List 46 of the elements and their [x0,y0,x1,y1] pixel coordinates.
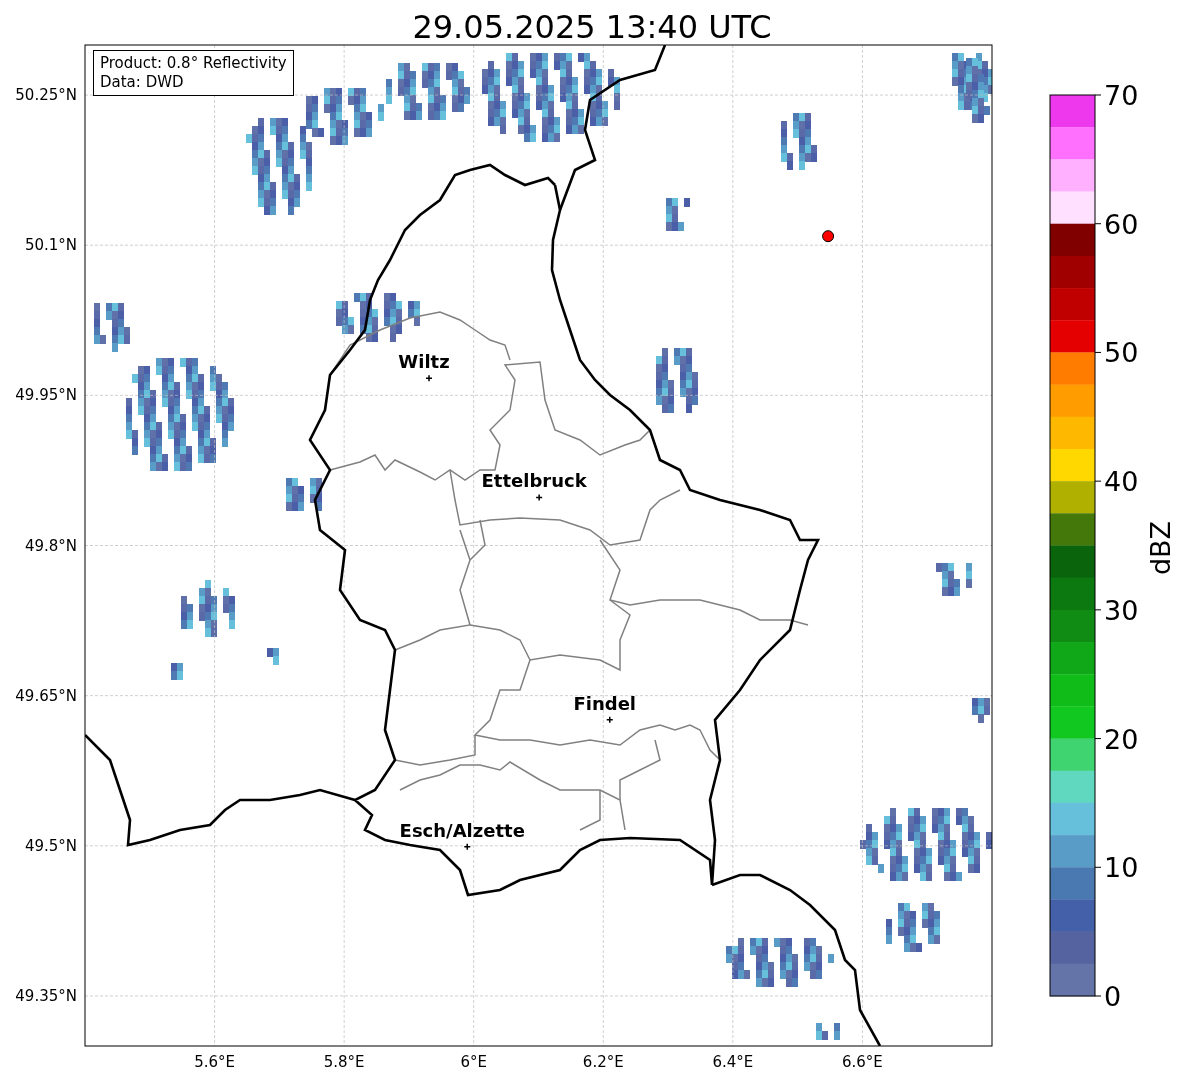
city-marker-icon [425,374,433,383]
axis-tick-label: 50.25°N [15,86,77,105]
radar-echo [936,563,972,596]
radar-echo [181,580,235,637]
colorbar-tick-label: 10 [1104,852,1139,884]
radar-echo [267,648,279,665]
city-label: Ettelbruck [481,470,587,492]
axis-tick-label: 49.5°N [24,836,77,855]
radar-echo [286,478,322,511]
colorbar-tick-label: 70 [1104,80,1139,111]
colorbar-label: dBZ [1145,520,1176,576]
axis-tick-label: 6.2°E [582,1053,624,1071]
plot-title: 29.05.2025 13:40 UTC [412,8,772,46]
colorbar-tick-label: 20 [1104,723,1139,755]
city-label: Wiltz [398,351,450,373]
axis-tick-label: 49.35°N [15,986,77,1005]
radar-echo [171,663,183,680]
radar-echo [972,698,990,723]
radar-echo [816,1023,840,1040]
axis-tick-label: 49.95°N [15,386,77,405]
axis-tick-label: 6.4°E [712,1053,754,1071]
radar-echo [94,303,130,352]
axis-tick-label: 6.6°E [842,1053,883,1071]
colorbar-tick-label: 0 [1104,981,1122,1012]
location-dot [822,230,835,243]
colorbar-tick-label: 50 [1104,337,1139,369]
colorbar-tick-label: 60 [1104,208,1139,240]
radar-echo [666,198,690,231]
colorbar-tick-label: 40 [1104,466,1139,498]
radar-echo [656,348,698,413]
radar-echo [886,903,940,952]
city-label: Findel [573,692,637,714]
city-marker-icon [463,843,471,851]
info-text: Data: DWD [100,73,185,92]
city-label: Esch/Alzette [399,819,525,841]
info-text: Product: 0.8° Reflectivity [100,54,287,73]
radar-echo [781,113,817,170]
axis-tick-label: 49.8°N [24,536,77,555]
axis-tick-label: 5.6°E [194,1053,235,1071]
colorbar-tick-label: 30 [1104,594,1139,626]
axis-tick-label: 50.1°N [24,236,77,255]
city-marker-icon [606,715,614,724]
axis-tick-label: 5.8°E [323,1053,365,1071]
axis-tick-label: 6°E [460,1053,487,1071]
city-marker-icon [535,493,543,502]
axis-tick-label: 49.65°N [15,686,77,705]
